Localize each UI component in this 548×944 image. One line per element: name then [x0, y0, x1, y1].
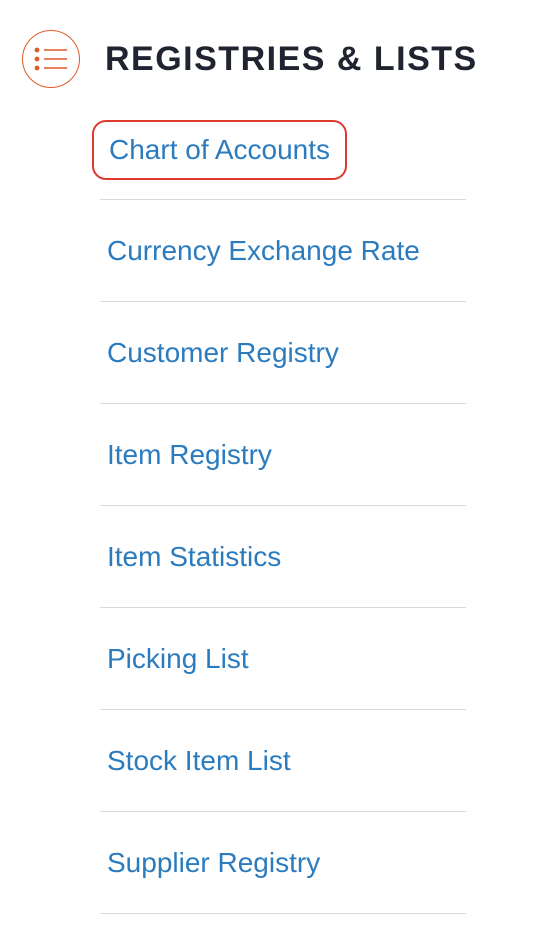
menu-item-stock-item-list: Stock Item List: [100, 710, 466, 812]
menu-item-item-statistics: Item Statistics: [100, 506, 466, 608]
menu-item-chart-of-accounts: Chart of Accounts: [92, 98, 466, 200]
list-icon[interactable]: [22, 30, 80, 88]
menu-link-customer-registry[interactable]: Customer Registry: [107, 335, 339, 371]
menu-link-stock-item-list[interactable]: Stock Item List: [107, 743, 291, 779]
section-title: REGISTRIES & LISTS: [105, 39, 478, 78]
menu-link-currency-exchange-rate[interactable]: Currency Exchange Rate: [107, 233, 420, 269]
menu-link-supplier-registry[interactable]: Supplier Registry: [107, 845, 320, 881]
menu-item-supplier-registry: Supplier Registry: [100, 812, 466, 914]
menu-item-customer-registry: Customer Registry: [100, 302, 466, 404]
menu-item-currency-exchange-rate: Currency Exchange Rate: [100, 200, 466, 302]
menu-link-item-statistics[interactable]: Item Statistics: [107, 539, 281, 575]
section-header: REGISTRIES & LISTS: [22, 28, 478, 90]
menu-link-picking-list[interactable]: Picking List: [107, 641, 249, 677]
registries-menu: Chart of Accounts Currency Exchange Rate…: [92, 98, 466, 914]
menu-item-picking-list: Picking List: [100, 608, 466, 710]
menu-link-item-registry[interactable]: Item Registry: [107, 437, 272, 473]
menu-link-chart-of-accounts[interactable]: Chart of Accounts: [92, 120, 348, 180]
menu-item-item-registry: Item Registry: [100, 404, 466, 506]
